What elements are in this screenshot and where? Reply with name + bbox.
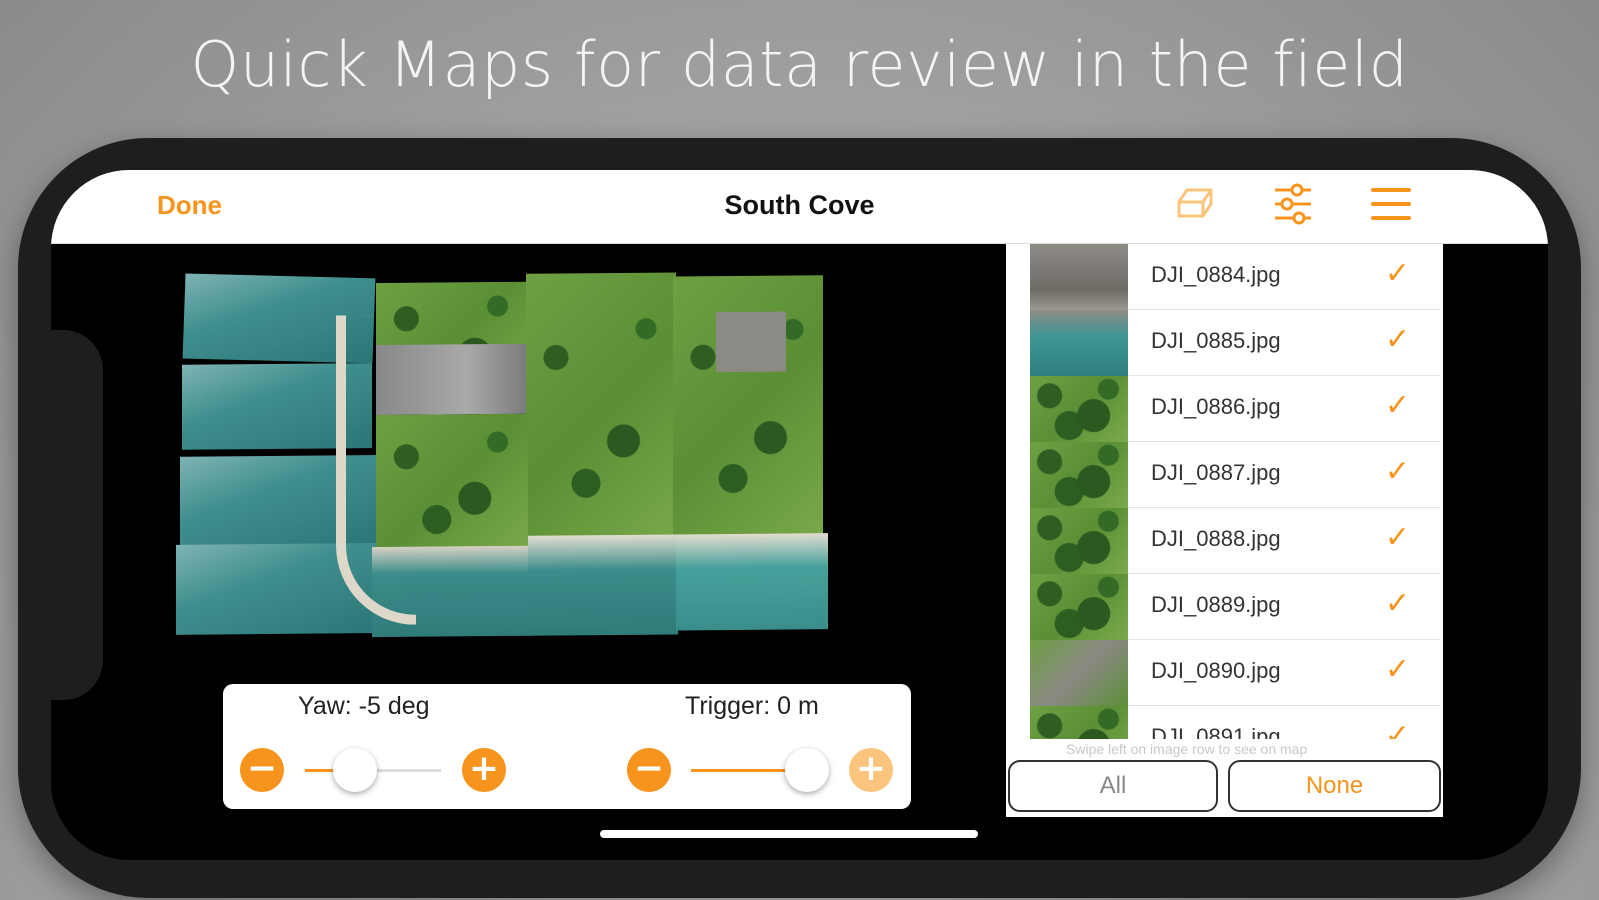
checkmark-icon[interactable]: ✓ bbox=[1385, 388, 1410, 423]
trigger-increase-button[interactable]: + bbox=[849, 748, 893, 792]
image-rows: DJI_0884.jpg ✓ DJI_0885.jpg ✓ DJI_0886.jpg ✓ D… bbox=[1128, 244, 1440, 739]
yaw-label: Yaw: -5 deg bbox=[298, 692, 430, 720]
map-tile bbox=[528, 534, 678, 636]
mosaic-controls: Yaw: -5 deg Trigger: 0 m − + − + bbox=[223, 684, 911, 809]
image-row[interactable]: DJI_0888.jpg ✓ bbox=[1128, 508, 1440, 574]
image-filename: DJI_0886.jpg bbox=[1151, 394, 1281, 419]
checkmark-icon[interactable]: ✓ bbox=[1385, 322, 1410, 357]
navigation-bar: Done South Cove bbox=[51, 170, 1548, 244]
checkmark-icon[interactable]: ✓ bbox=[1385, 652, 1410, 687]
image-thumbnail bbox=[1030, 310, 1128, 376]
image-thumbnail bbox=[1030, 508, 1128, 574]
image-filename: DJI_0887.jpg bbox=[1151, 460, 1281, 485]
image-thumbnail bbox=[1030, 244, 1128, 310]
image-row[interactable]: DJI_0884.jpg ✓ bbox=[1128, 244, 1440, 310]
trigger-decrease-button[interactable]: − bbox=[627, 748, 671, 792]
phone-notch bbox=[51, 330, 103, 700]
trigger-slider-thumb[interactable] bbox=[785, 748, 829, 792]
page-title: South Cove bbox=[724, 190, 875, 220]
yaw-slider-thumb[interactable] bbox=[333, 748, 377, 792]
image-filename: DJI_0890.jpg bbox=[1151, 658, 1281, 683]
image-thumbnail bbox=[1030, 706, 1128, 739]
checkmark-icon[interactable]: ✓ bbox=[1385, 520, 1410, 555]
image-row[interactable]: DJI_0886.jpg ✓ bbox=[1128, 376, 1440, 442]
select-none-button[interactable]: None bbox=[1228, 760, 1441, 812]
image-filename: DJI_0884.jpg bbox=[1151, 262, 1281, 287]
app-screen: Done South Cove Yaw: -5 deg Trigger: 0 m… bbox=[51, 170, 1548, 860]
yaw-decrease-button[interactable]: − bbox=[240, 748, 284, 792]
image-list-panel: DJI_0884.jpg ✓ DJI_0885.jpg ✓ DJI_0886.jpg ✓ D… bbox=[1006, 244, 1443, 817]
aerial-mosaic-map[interactable] bbox=[176, 271, 828, 638]
image-thumbnail bbox=[1030, 376, 1128, 442]
image-filename: DJI_0889.jpg bbox=[1151, 592, 1281, 617]
image-thumbnail bbox=[1030, 574, 1128, 640]
checkmark-icon[interactable]: ✓ bbox=[1385, 256, 1410, 291]
checkmark-icon[interactable]: ✓ bbox=[1385, 718, 1410, 739]
map-tile bbox=[716, 311, 786, 373]
yaw-increase-button[interactable]: + bbox=[462, 748, 506, 792]
image-filename: DJI_0891.jpg bbox=[1151, 724, 1281, 739]
image-row[interactable]: DJI_0885.jpg ✓ bbox=[1128, 310, 1440, 376]
map-tile bbox=[526, 272, 676, 554]
image-row[interactable]: DJI_0889.jpg ✓ bbox=[1128, 574, 1440, 640]
trigger-label: Trigger: 0 m bbox=[685, 692, 819, 720]
image-thumbnail bbox=[1030, 442, 1128, 508]
sliders-icon[interactable] bbox=[1269, 180, 1317, 228]
checkmark-icon[interactable]: ✓ bbox=[1385, 586, 1410, 621]
image-filename: DJI_0888.jpg bbox=[1151, 526, 1281, 551]
image-row[interactable]: DJI_0887.jpg ✓ bbox=[1128, 442, 1440, 508]
image-row[interactable]: DJI_0890.jpg ✓ bbox=[1128, 640, 1440, 706]
select-all-button[interactable]: All bbox=[1008, 760, 1218, 812]
image-row[interactable]: DJI_0891.jpg ✓ bbox=[1128, 706, 1440, 739]
map-tile bbox=[676, 533, 828, 631]
checkmark-icon[interactable]: ✓ bbox=[1385, 454, 1410, 489]
home-indicator bbox=[600, 830, 978, 838]
done-button[interactable]: Done bbox=[157, 190, 222, 221]
image-filename: DJI_0885.jpg bbox=[1151, 328, 1281, 353]
thumbnail-column bbox=[1030, 244, 1128, 739]
map-tile bbox=[336, 314, 416, 626]
trigger-slider-fill bbox=[691, 769, 791, 772]
image-thumbnail bbox=[1030, 640, 1128, 706]
layers-icon[interactable] bbox=[1169, 180, 1217, 228]
headline: Quick Maps for data review in the field bbox=[190, 28, 1409, 101]
swipe-hint: Swipe left on image row to see on map bbox=[1066, 741, 1308, 757]
menu-icon[interactable] bbox=[1367, 180, 1415, 228]
